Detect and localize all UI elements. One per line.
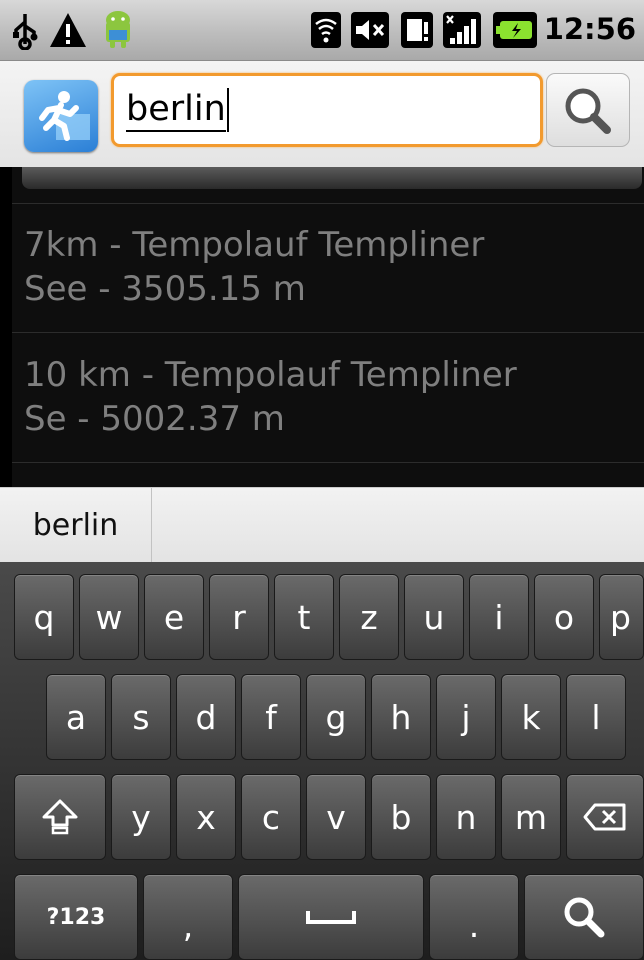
clock: 12:56	[543, 12, 636, 46]
result-line-2: See - 3505.15 m	[24, 269, 306, 309]
result-line-1: 10 km - Tempolauf Templiner	[24, 355, 517, 395]
key-m[interactable]: m	[501, 774, 561, 860]
usb-icon	[13, 14, 38, 50]
keyboard: q w e r t z u i o p a s d f g h j k l y …	[0, 562, 644, 960]
key-z[interactable]: z	[339, 574, 399, 660]
key-u[interactable]: u	[404, 574, 464, 660]
key-w[interactable]: w	[79, 574, 139, 660]
key-f[interactable]: f	[241, 674, 301, 760]
key-b[interactable]: b	[371, 774, 431, 860]
key-h[interactable]: h	[371, 674, 431, 760]
result-line-1: 7km - Tempolauf Templiner	[24, 225, 485, 265]
running-man-icon	[39, 91, 90, 141]
list-item[interactable]: 7km - Tempolauf Templiner See - 3505.15 …	[24, 223, 644, 311]
key-l[interactable]: l	[566, 674, 626, 760]
results-list: 7km - Tempolauf Templiner See - 3505.15 …	[12, 167, 644, 487]
key-o[interactable]: o	[534, 574, 594, 660]
search-icon	[564, 897, 605, 938]
key-x[interactable]: x	[176, 774, 236, 860]
signal-icon	[443, 12, 481, 48]
wifi-icon	[311, 12, 341, 48]
sim-icon	[401, 12, 433, 48]
key-q[interactable]: q	[14, 574, 74, 660]
search-icon	[565, 88, 611, 134]
key-d[interactable]: d	[176, 674, 236, 760]
key-a[interactable]: a	[46, 674, 106, 760]
key-n[interactable]: n	[436, 774, 496, 860]
app-icon[interactable]	[24, 80, 98, 152]
key-p[interactable]: p	[599, 574, 644, 660]
search-query-text: berlin	[126, 88, 226, 132]
space-bar-icon	[306, 911, 356, 924]
key-j[interactable]: j	[436, 674, 496, 760]
battery-icon	[493, 12, 537, 48]
warning-icon	[50, 13, 86, 47]
symbols-key[interactable]: ?123	[14, 874, 138, 960]
text-cursor	[227, 88, 229, 132]
key-c[interactable]: c	[241, 774, 301, 860]
result-line-2: Se - 5002.37 m	[24, 399, 285, 439]
space-key[interactable]	[238, 874, 424, 960]
key-e[interactable]: e	[144, 574, 204, 660]
status-bar: 12:56	[0, 0, 644, 61]
key-y[interactable]: y	[111, 774, 171, 860]
suggestion-strip: berlin	[0, 487, 644, 563]
key-v[interactable]: v	[306, 774, 366, 860]
search-button[interactable]	[546, 73, 630, 147]
key-s[interactable]: s	[111, 674, 171, 760]
backspace-icon	[583, 803, 626, 831]
divider	[12, 203, 644, 204]
shift-key[interactable]	[14, 774, 106, 860]
backspace-key[interactable]	[566, 774, 644, 860]
divider	[12, 332, 644, 333]
mute-icon	[351, 12, 389, 48]
period-key[interactable]: .	[429, 874, 519, 960]
key-r[interactable]: r	[209, 574, 269, 660]
search-key[interactable]	[524, 874, 644, 960]
comma-key[interactable]: ,	[143, 874, 233, 960]
divider	[12, 462, 644, 463]
android-icon	[106, 11, 130, 48]
search-header: berlin	[0, 61, 644, 167]
key-i[interactable]: i	[469, 574, 529, 660]
key-k[interactable]: k	[501, 674, 561, 760]
shift-icon	[42, 799, 78, 835]
list-item[interactable]: 10 km - Tempolauf Templiner Se - 5002.37…	[24, 353, 644, 441]
search-input[interactable]: berlin	[111, 73, 543, 147]
suggestion-item[interactable]: berlin	[0, 488, 152, 563]
results-list-top-edge	[22, 167, 642, 189]
key-g[interactable]: g	[306, 674, 366, 760]
key-t[interactable]: t	[274, 574, 334, 660]
